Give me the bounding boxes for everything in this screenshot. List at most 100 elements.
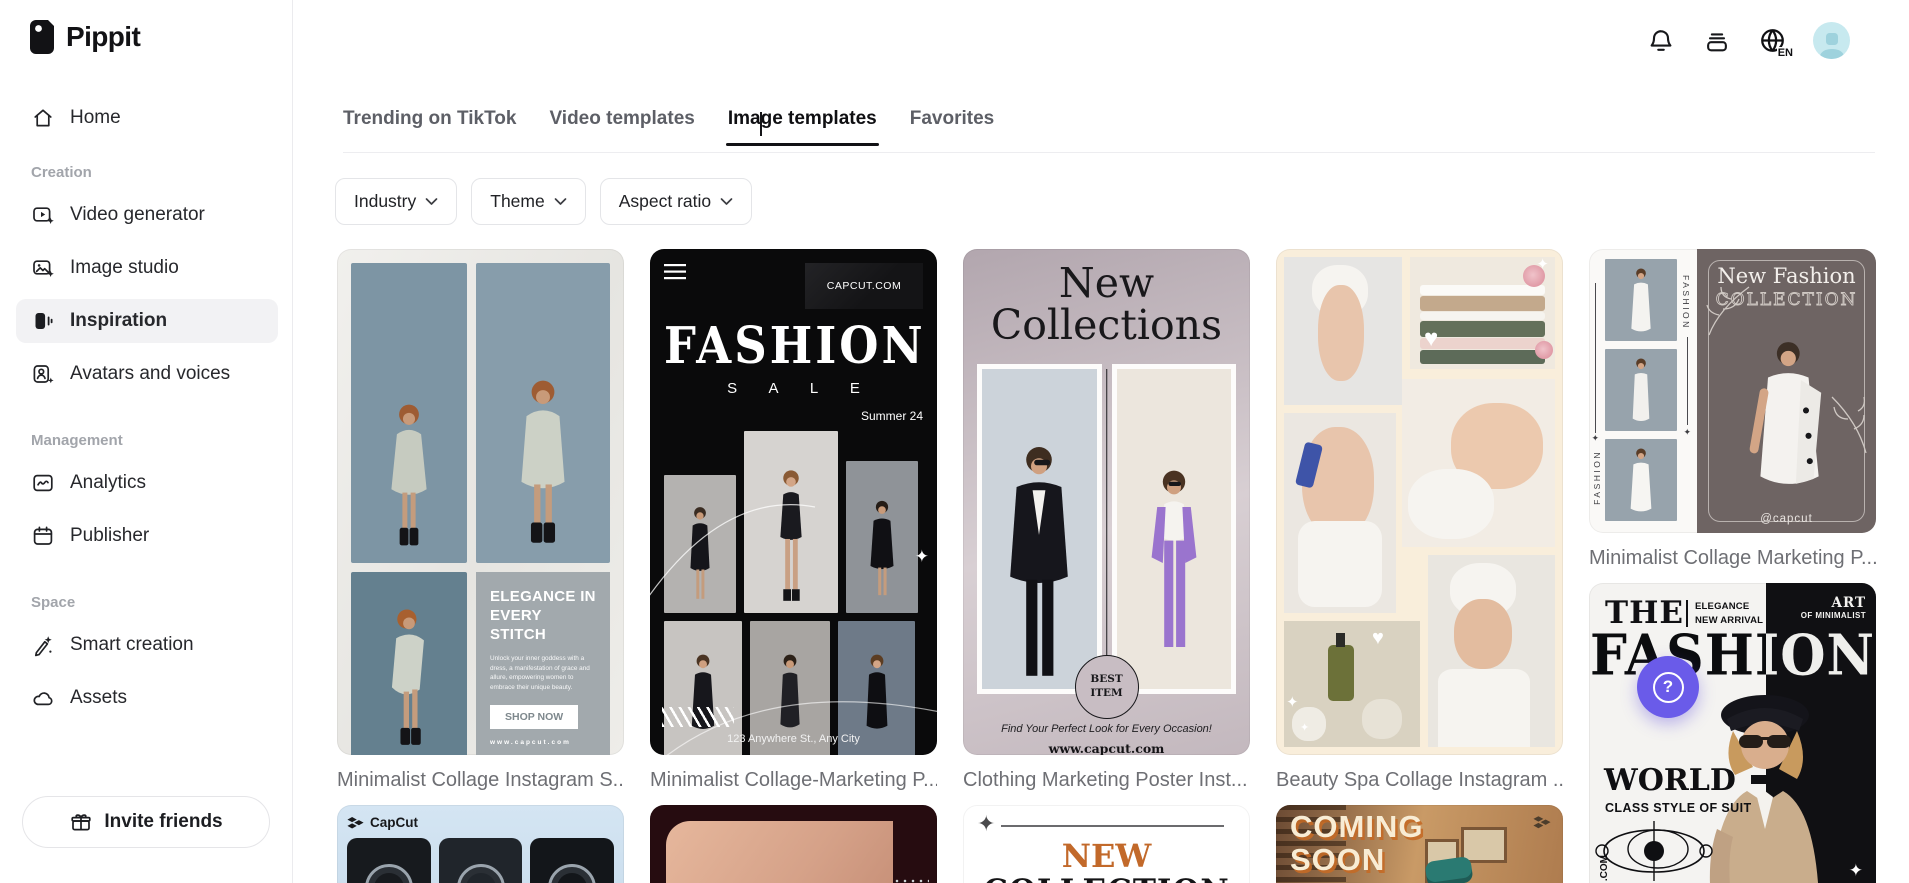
sidebar-item-home[interactable]: Home	[16, 96, 278, 140]
poster-headline-line2: COLLECTION	[963, 873, 1250, 883]
badge-line1: BEST	[1090, 673, 1122, 687]
sidebar-item-publisher[interactable]: Publisher	[16, 514, 278, 558]
template-card-new-collection-minimal[interactable]: ✦ NEW COLLECTION	[963, 805, 1250, 883]
filter-label: Theme	[490, 191, 544, 212]
gauge-graphic	[365, 864, 413, 883]
model-figure	[762, 463, 820, 613]
inspiration-icon	[31, 309, 55, 333]
capcut-brand-label: CapCut	[370, 815, 418, 830]
poster-photo-row	[664, 431, 923, 613]
chevron-down-icon	[554, 197, 567, 206]
poster-subheadline: CLASS STYLE OF SUIT	[1605, 801, 1752, 815]
sidebar-item-image-studio[interactable]: Image studio	[16, 246, 278, 290]
capcut-logo-icon	[1533, 815, 1551, 830]
poster-photo	[351, 263, 467, 563]
sidebar-item-label: Publisher	[70, 525, 149, 547]
coming-line: COMING	[1290, 811, 1423, 844]
help-button[interactable]: ?	[1637, 656, 1699, 718]
filter-aspect-ratio[interactable]: Aspect ratio	[600, 178, 752, 225]
template-title: Minimalist Collage-Marketing P...	[650, 755, 937, 805]
filter-bar: Industry Theme Aspect ratio	[335, 178, 752, 225]
tab-favorites[interactable]: Favorites	[910, 108, 994, 144]
publisher-icon	[31, 524, 55, 548]
template-card-coming-soon[interactable]: COMING SOON	[1276, 805, 1563, 883]
grid-column-2: CAPCUT.COM FASHION S A L E Summer 24	[650, 249, 937, 883]
filter-label: Aspect ratio	[619, 191, 711, 212]
sidebar-item-assets[interactable]: Assets	[16, 676, 278, 720]
template-card-lips-beauty[interactable]	[650, 805, 937, 883]
badge-line2: ITEM	[1090, 687, 1122, 701]
sidebar-item-video-generator[interactable]: Video generator	[16, 193, 278, 237]
template-title: Minimalist Collage Instagram S...	[337, 755, 624, 805]
tab-trending-on-tiktok[interactable]: Trending on TikTok	[343, 108, 516, 144]
sidebar-item-smart-creation[interactable]: Smart creation	[16, 623, 278, 667]
sidebar: Pippit Home Creation Video generator Ima…	[0, 0, 293, 883]
poster-photo	[846, 461, 918, 613]
poster-site: www.capcut.com	[490, 739, 596, 746]
poster-photo	[1284, 413, 1396, 613]
language-button[interactable]: EN	[1757, 25, 1789, 57]
sidebar-section-management: Management	[31, 432, 278, 449]
sparkle-icon: ✦	[1683, 427, 1691, 438]
sidebar-item-label: Inspiration	[70, 310, 167, 332]
sidebar-item-avatars-and-voices[interactable]: Avatars and voices	[16, 352, 278, 396]
template-card-new-fashion-collection[interactable]: FASHION FASHION ✦ ✦ New Fashion COLLECTI…	[1589, 249, 1876, 533]
assets-cloud-icon	[31, 686, 55, 710]
template-card-beauty-spa-collage[interactable]: ♥ ♥ ✦ ✦ ✦	[1276, 249, 1563, 755]
sparkle-icon: ✦	[1300, 721, 1309, 734]
text-cursor	[760, 112, 762, 136]
art-line1: ART	[1801, 595, 1866, 611]
sidebar-section-creation: Creation	[31, 164, 278, 181]
poster-headline: FASHION	[1589, 623, 1876, 689]
divider-line	[1687, 337, 1688, 425]
model-figure	[376, 398, 442, 563]
shop-now-button: SHOP NOW	[490, 705, 578, 729]
template-card-minimalist-collage-instagram[interactable]: ELEGANCE IN EVERY STITCH Unlock your inn…	[337, 249, 624, 755]
poster-photo	[664, 475, 736, 613]
sidebar-item-inspiration[interactable]: Inspiration	[16, 299, 278, 343]
poster-photo	[1402, 379, 1555, 547]
template-grid: ELEGANCE IN EVERY STITCH Unlock your inn…	[337, 249, 1876, 883]
sparkle-icon: ✦	[915, 547, 929, 567]
avatar[interactable]	[1813, 22, 1850, 59]
template-card-fashion-sale[interactable]: CAPCUT.COM FASHION S A L E Summer 24	[650, 249, 937, 755]
filter-theme[interactable]: Theme	[471, 178, 585, 225]
model-figure	[859, 493, 905, 613]
template-card-fashion-magazine[interactable]: THE ELEGANCE NEW ARRIVAL ART OF MINIMALI…	[1589, 583, 1876, 883]
analytics-icon	[31, 471, 55, 495]
filter-industry[interactable]: Industry	[335, 178, 457, 225]
sidebar-item-analytics[interactable]: Analytics	[16, 461, 278, 505]
notifications-button[interactable]	[1645, 25, 1677, 57]
sparkle-icon: ✦	[1286, 693, 1299, 711]
grid-column-3: New Collections BEST ITEM Find Your Pe	[963, 249, 1250, 883]
wall-frame	[1461, 827, 1507, 863]
poster-photo	[1605, 259, 1677, 341]
template-title: Clothing Marketing Poster Inst...	[963, 755, 1250, 805]
poster-main-panel: New Fashion COLLECTION @capcut	[1697, 249, 1876, 533]
poster-text-panel: ELEGANCE IN EVERY STITCH Unlock your inn…	[476, 572, 610, 755]
best-item-badge: BEST ITEM	[1075, 655, 1139, 719]
chevron-down-icon	[720, 197, 733, 206]
poster-photo	[476, 263, 610, 563]
sparkle-icon: ✦	[1592, 433, 1600, 444]
invite-friends-button[interactable]: Invite friends	[22, 796, 270, 848]
model-figure	[502, 373, 584, 563]
soon-line: SOON	[1290, 844, 1423, 877]
app-logo[interactable]: Pippit	[30, 20, 140, 54]
poster-photo	[439, 838, 523, 883]
smart-creation-icon	[31, 633, 55, 657]
poster-photo-row	[977, 364, 1236, 694]
template-card-capcut-dashboard-collage[interactable]: CapCut	[337, 805, 624, 883]
poster-world: WORLD	[1604, 763, 1736, 798]
divider-line	[1001, 825, 1224, 827]
pippit-app: Pippit Home Creation Video generator Ima…	[0, 0, 1909, 883]
avatars-icon	[31, 362, 55, 386]
template-card-new-collections[interactable]: New Collections BEST ITEM Find Your Pe	[963, 249, 1250, 755]
tab-image-templates[interactable]: Image templates	[728, 108, 877, 144]
dot-pattern	[893, 877, 929, 883]
poster-photo	[347, 838, 431, 883]
poster-photo	[1428, 555, 1555, 747]
drafts-button[interactable]	[1701, 25, 1733, 57]
tab-video-templates[interactable]: Video templates	[549, 108, 694, 144]
content-tabs: Trending on TikTok Video templates Image…	[343, 108, 994, 144]
